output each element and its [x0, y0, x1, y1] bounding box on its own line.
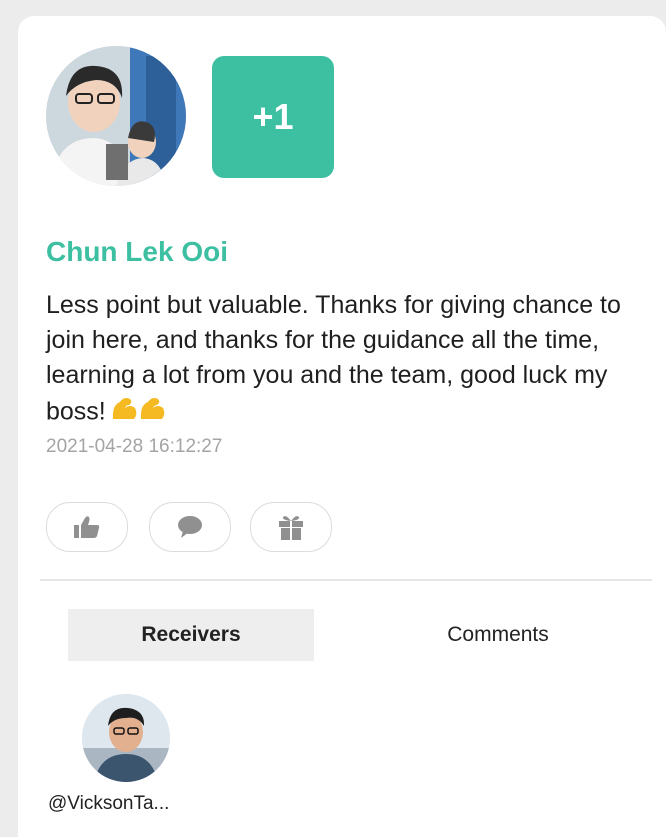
receiver-photo	[82, 694, 170, 782]
section-divider	[40, 579, 652, 581]
tab-comments[interactable]: Comments	[378, 609, 618, 661]
author-name[interactable]: Chun Lek Ooi	[46, 236, 228, 268]
emoji-biceps-left	[112, 398, 137, 419]
like-button[interactable]	[46, 502, 128, 552]
plus-one-badge: +1	[212, 56, 334, 178]
gift-icon	[279, 516, 303, 540]
post-timestamp: 2021-04-28 16:12:27	[46, 436, 223, 457]
receiver-avatar[interactable]	[82, 694, 170, 782]
flexed-biceps-icon	[110, 393, 166, 433]
tab-receivers[interactable]: Receivers	[68, 609, 314, 661]
thumbs-up-icon	[74, 516, 100, 538]
author-photo	[46, 46, 186, 186]
receiver-handle[interactable]: @VicksonTa...	[48, 793, 169, 815]
comment-bubble-icon	[178, 516, 202, 538]
recognition-card: +1 Chun Lek Ooi Less point but valuable.…	[18, 16, 666, 837]
emoji-biceps-right	[140, 398, 165, 419]
gift-button[interactable]	[250, 502, 332, 552]
post-message: Less point but valuable. Thanks for givi…	[46, 288, 654, 433]
author-avatar[interactable]	[46, 46, 186, 186]
comment-button[interactable]	[149, 502, 231, 552]
